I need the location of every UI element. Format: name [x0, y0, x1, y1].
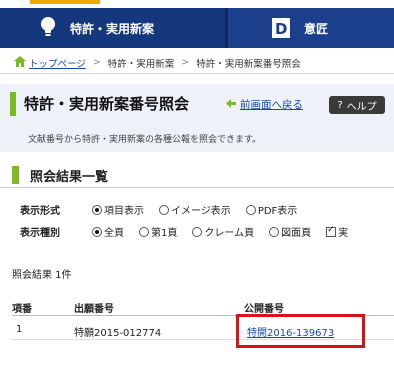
display-type-label: 表示種別 — [20, 228, 60, 239]
format-option-pdf[interactable]: PDF表示 — [245, 202, 298, 217]
help-icon: ? — [337, 99, 343, 111]
page-header: 特許・実用新案番号照会 前画面へ戻る ? ヘルプ 文献番号から特許・実用新案の各… — [0, 84, 394, 152]
table-header: 項番 出願番号 公開番号 — [12, 294, 394, 316]
type-option-drawings[interactable]: 図面頁 — [269, 224, 311, 239]
checkbox[interactable] — [326, 225, 337, 237]
back-arrow-icon — [226, 98, 236, 111]
tab-patent-utility[interactable]: 特許・実用新案 — [0, 8, 228, 48]
format-option-image[interactable]: イメージ表示 — [159, 202, 231, 217]
type-option-claims[interactable]: クレーム頁 — [192, 224, 254, 239]
option-label: クレーム頁 — [204, 228, 255, 239]
option-label: PDF表示 — [257, 206, 298, 217]
main-nav: 特許・実用新案 D 意匠 — [0, 8, 394, 48]
format-option-item[interactable]: 項目表示 — [92, 202, 144, 217]
lightbulb-icon — [40, 17, 56, 39]
back-link[interactable]: 前画面へ戻る — [240, 97, 303, 112]
page-title: 特許・実用新案番号照会 — [24, 95, 190, 113]
help-label: ヘルプ — [346, 101, 377, 113]
option-label: 第1頁 — [151, 228, 178, 239]
option-label: 図面頁 — [281, 228, 312, 239]
breadcrumb-separator: > — [92, 57, 101, 68]
radio-button[interactable] — [159, 204, 169, 215]
svg-text:D: D — [275, 20, 287, 38]
help-button[interactable]: ? ヘルプ — [329, 96, 385, 114]
type-option-all[interactable]: 全頁 — [92, 224, 124, 239]
breadcrumb: トップページ > 特許・実用新案 > 特許・実用新案番号照会 — [0, 52, 394, 74]
radio-button[interactable] — [269, 226, 280, 237]
option-label: 実 — [338, 228, 349, 239]
title-accent-bar — [10, 92, 16, 116]
home-icon — [14, 55, 26, 70]
type-option-check[interactable]: 実 — [326, 224, 348, 239]
display-format-row: 表示形式 項目表示 イメージ表示 PDF表示 — [20, 202, 312, 217]
column-header: 出願番号 — [74, 304, 114, 315]
option-label: 全頁 — [104, 228, 124, 239]
radio-button[interactable] — [245, 204, 256, 215]
option-label: イメージ表示 — [171, 206, 231, 217]
column-header: 公開番号 — [244, 304, 284, 315]
tab-design-label: 意匠 — [304, 21, 329, 36]
tab-patent-utility-label: 特許・実用新案 — [70, 21, 155, 36]
brand-mark — [30, 0, 100, 4]
breadcrumb-home-link[interactable]: トップページ — [29, 56, 86, 70]
option-label: 項目表示 — [104, 206, 144, 217]
page-description: 文献番号から特許・実用新案の各種公報を照会できます。 — [28, 135, 262, 145]
application-number: 特願2015-012774 — [74, 328, 162, 339]
top-strip — [0, 0, 394, 8]
result-count: 照会結果 1件 — [12, 270, 72, 281]
breadcrumb-separator: > — [181, 57, 190, 68]
column-header: 項番 — [12, 304, 32, 315]
breadcrumb-item: 特許・実用新案 — [107, 58, 175, 70]
radio-button[interactable] — [92, 226, 102, 237]
radio-button[interactable] — [192, 226, 203, 237]
design-d-icon: D — [272, 18, 290, 38]
radio-button[interactable] — [139, 226, 149, 237]
row-number: 1 — [16, 324, 23, 335]
radio-button[interactable] — [92, 204, 102, 215]
tab-design[interactable]: D 意匠 — [228, 8, 394, 48]
section-title: 照会結果一覧 — [30, 170, 109, 185]
type-option-first[interactable]: 第1頁 — [139, 224, 177, 239]
section-accent-bar — [12, 166, 19, 184]
results-section-header: 照会結果一覧 — [0, 162, 394, 188]
display-type-row: 表示種別 全頁 第1頁 クレーム頁 図面頁 実 — [20, 224, 363, 240]
display-format-label: 表示形式 — [20, 206, 60, 217]
breadcrumb-item: 特許・実用新案番号照会 — [196, 58, 301, 70]
highlight-box — [236, 314, 365, 348]
